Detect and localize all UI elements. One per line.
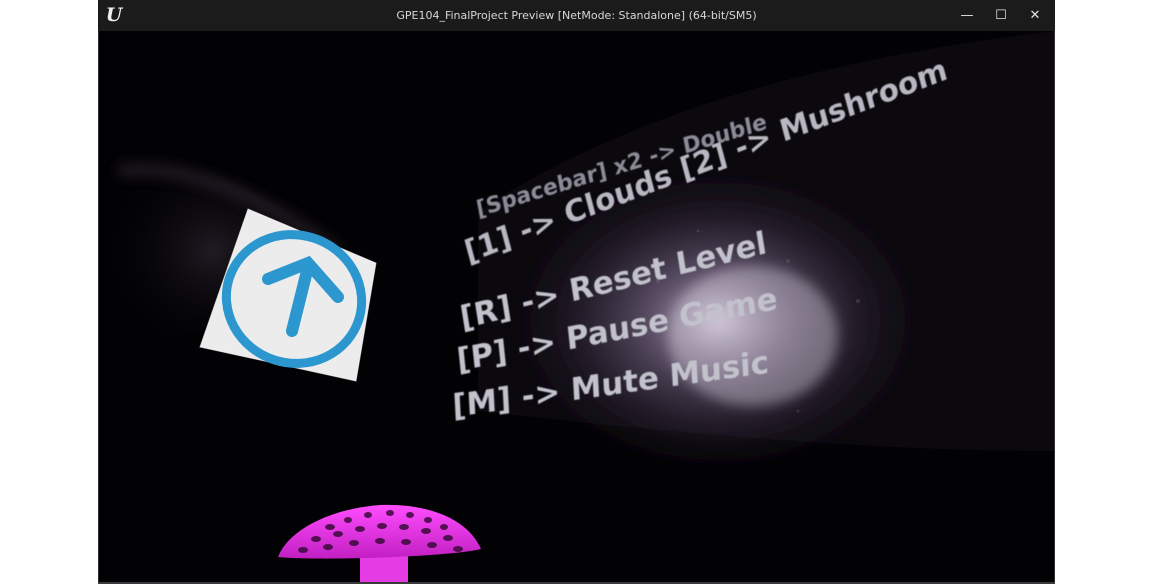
minimize-icon: —: [960, 8, 974, 23]
maximize-icon: ☐: [995, 8, 1007, 23]
window-border-left: [98, 31, 99, 582]
minimize-button[interactable]: —: [949, 0, 985, 31]
close-button[interactable]: ✕: [1017, 0, 1053, 31]
game-scene: [Spacebar] x2 -> Double [1] -> Clouds [2…: [98, 31, 1055, 582]
title-bar[interactable]: U GPE104_FinalProject Preview [NetMode: …: [98, 0, 1055, 31]
window-title: GPE104_FinalProject Preview [NetMode: St…: [396, 9, 757, 22]
window-border-right: [1054, 31, 1055, 582]
maximize-button[interactable]: ☐: [983, 0, 1019, 31]
game-viewport[interactable]: [Spacebar] x2 -> Double [1] -> Clouds [2…: [98, 31, 1055, 582]
game-window: U GPE104_FinalProject Preview [NetMode: …: [98, 0, 1055, 584]
close-icon: ✕: [1029, 8, 1041, 23]
